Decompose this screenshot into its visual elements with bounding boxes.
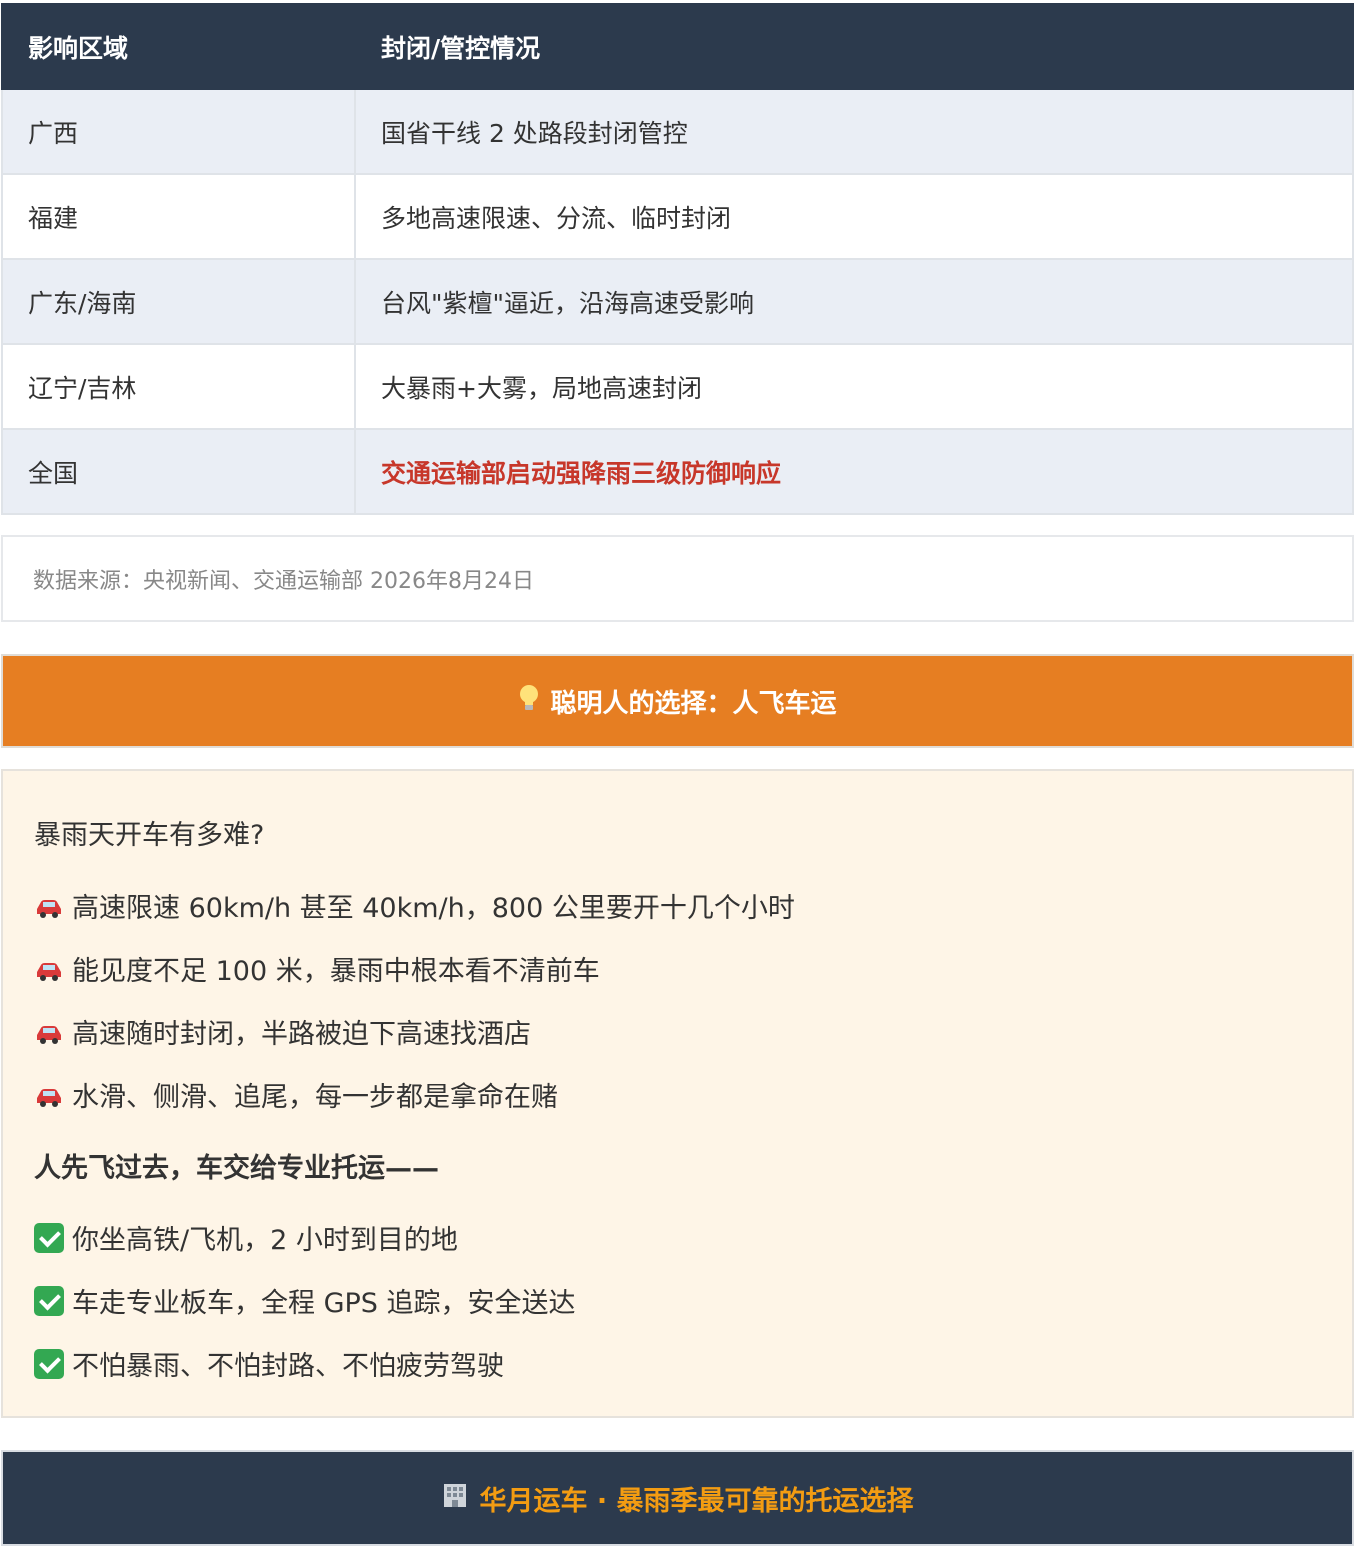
check-icon [34,1285,64,1316]
problem-item: 水滑、侧滑、追尾，每一步都是拿命在赌 [34,1075,558,1114]
status-cell: 大暴雨+大雾，局地高速封闭 [354,343,1354,430]
table-row: 福建 多地高速限速、分流、临时封闭 [1,173,1354,260]
tips-box: 暴雨天开车有多难? 高速限速 60km/h 甚至 40km/h，800 公里要开… [1,769,1354,1418]
problem-item: 高速随时封闭，半路被迫下高速找酒店 [34,1012,531,1051]
lightbulb-icon [518,684,540,718]
solution-heading: 人先飞过去，车交给专业托运—— [34,1153,439,1184]
footer-title: 华月运车 · 暴雨季最可靠的托运选择 [479,1485,914,1517]
brand-footer: 华月运车 · 暴雨季最可靠的托运选择 [1,1450,1354,1546]
check-icon [34,1348,64,1379]
status-cell: 国省干线 2 处路段封闭管控 [354,88,1354,175]
header-status: 封闭/管控情况 [354,3,1354,90]
status-cell: 多地高速限速、分流、临时封闭 [354,173,1354,260]
choice-banner: 聪明人的选择：人飞车运 [1,654,1354,748]
region-cell: 辽宁/吉林 [1,343,356,430]
page: 影响区域 封闭/管控情况 广西 国省干线 2 处路段封闭管控 福建 多地高速限速… [0,0,1356,1550]
car-icon [34,891,64,921]
problem-item: 能见度不足 100 米，暴雨中根本看不清前车 [34,949,600,988]
building-icon [441,1481,469,1516]
benefit-item: 车走专业板车，全程 GPS 追踪，安全送达 [34,1281,576,1320]
table-header-row: 影响区域 封闭/管控情况 [1,3,1354,90]
check-icon [34,1222,64,1253]
status-cell: 台风"紫檀"逼近，沿海高速受影响 [354,258,1354,345]
source-note: 数据来源：央视新闻、交通运输部 2026年8月24日 [1,535,1354,622]
table-row: 辽宁/吉林 大暴雨+大雾，局地高速封闭 [1,343,1354,430]
table-row: 广西 国省干线 2 处路段封闭管控 [1,88,1354,175]
benefit-item: 你坐高铁/飞机，2 小时到目的地 [34,1218,458,1257]
car-icon [34,954,64,984]
region-cell: 广西 [1,88,356,175]
banner-title: 聪明人的选择：人飞车运 [550,688,837,719]
car-icon [34,1017,64,1047]
region-cell: 福建 [1,173,356,260]
region-cell: 全国 [1,428,356,515]
table-row: 全国 交通运输部启动强降雨三级防御响应 [1,428,1354,515]
problem-item: 高速限速 60km/h 甚至 40km/h，800 公里要开十几个小时 [34,886,795,925]
table-row: 广东/海南 台风"紫檀"逼近，沿海高速受影响 [1,258,1354,345]
question-text: 暴雨天开车有多难? [34,820,265,851]
status-cell-highlight: 交通运输部启动强降雨三级防御响应 [354,428,1354,515]
source-note-text: 数据来源：央视新闻、交通运输部 2026年8月24日 [33,568,534,594]
region-cell: 广东/海南 [1,258,356,345]
benefit-item: 不怕暴雨、不怕封路、不怕疲劳驾驶 [34,1344,504,1383]
road-closure-table: 影响区域 封闭/管控情况 广西 国省干线 2 处路段封闭管控 福建 多地高速限速… [1,3,1354,515]
car-icon [34,1080,64,1110]
header-region: 影响区域 [1,3,356,90]
